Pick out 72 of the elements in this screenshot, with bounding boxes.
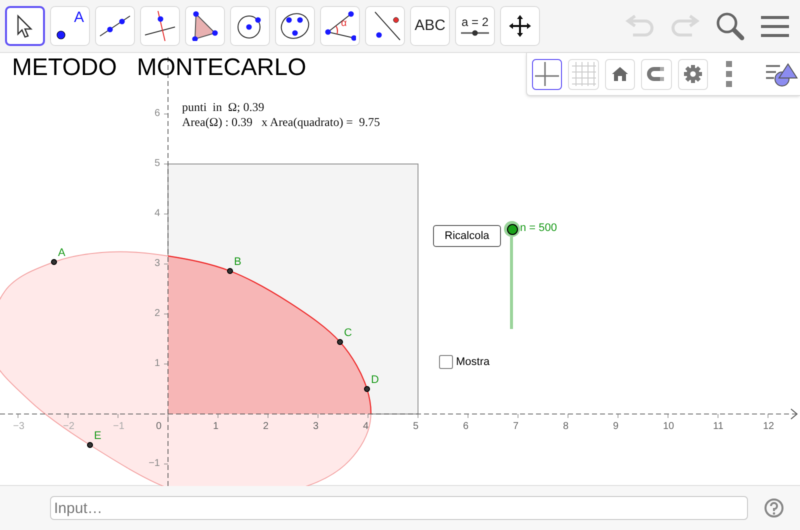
style-bar-button[interactable] bbox=[532, 58, 562, 90]
undo-icon bbox=[625, 14, 655, 38]
point-label: D bbox=[371, 375, 379, 386]
axis-tick-label: 7 bbox=[513, 422, 519, 432]
axis-tick-label: 0 bbox=[156, 422, 162, 432]
menu-icon bbox=[761, 14, 789, 38]
tool-button[interactable]: ABC bbox=[410, 6, 450, 46]
home-icon bbox=[611, 66, 630, 82]
axis-tick-label: 5 bbox=[153, 159, 160, 169]
checkbox[interactable] bbox=[439, 355, 453, 370]
axis-tick-label: 2 bbox=[153, 309, 160, 319]
settings-icon bbox=[682, 64, 703, 84]
axis-tick-label: 1 bbox=[153, 359, 160, 369]
axis-tick-label: 4 bbox=[153, 209, 160, 219]
perpendicular-lines-icon bbox=[144, 10, 176, 42]
angle-icon bbox=[324, 10, 356, 42]
point-marker bbox=[87, 442, 93, 448]
help-icon[interactable] bbox=[764, 498, 784, 518]
tool-button[interactable]: A bbox=[50, 6, 90, 46]
point-label: B bbox=[234, 257, 242, 268]
axes-icon bbox=[535, 62, 560, 86]
point-label: C bbox=[344, 328, 352, 339]
redo-icon bbox=[670, 14, 700, 38]
tool-button[interactable]: a = 2 bbox=[455, 6, 495, 46]
ellipse-icon bbox=[279, 11, 311, 41]
info-text: punti in Ω; 0.39 bbox=[182, 101, 266, 113]
axis-tick-label: 5 bbox=[413, 422, 419, 432]
tool-label: α bbox=[341, 19, 347, 29]
triangle-icon bbox=[192, 11, 218, 41]
move-arrows-icon bbox=[508, 14, 532, 38]
axis-tick-label: −1 bbox=[113, 422, 124, 432]
tool-label: a = 2 bbox=[461, 16, 489, 28]
axis-tick-label: 9 bbox=[613, 422, 619, 432]
line-icon bbox=[99, 15, 131, 37]
point-marker bbox=[227, 268, 233, 274]
info-text: Area(Ω) : 0.39 x Area(quadrato) = 9.75 bbox=[182, 116, 380, 128]
slider-icon bbox=[461, 30, 489, 36]
axis-tick-label: 4 bbox=[363, 422, 369, 432]
axis-tick-label: 12 bbox=[763, 422, 774, 432]
axis-tick-label: −2 bbox=[63, 422, 74, 432]
tool-button[interactable] bbox=[5, 6, 45, 46]
page-title: METODO MONTECARLO bbox=[12, 56, 306, 80]
axis-tick-label: 3 bbox=[153, 259, 160, 269]
tool-button[interactable]: α bbox=[320, 6, 360, 46]
axis-tick-label: 10 bbox=[663, 422, 674, 432]
input-field[interactable]: Input… bbox=[50, 496, 748, 520]
search-icon bbox=[715, 11, 745, 41]
slider-thumb[interactable] bbox=[504, 221, 520, 237]
grid-icon bbox=[572, 62, 596, 86]
axis-tick-label: 1 bbox=[213, 422, 219, 432]
point-label: E bbox=[94, 431, 102, 442]
point-icon bbox=[56, 30, 66, 40]
more-icon bbox=[726, 61, 732, 87]
checkbox-label: Mostra bbox=[456, 355, 490, 370]
axis-tick-label: 3 bbox=[313, 422, 319, 432]
axis-tick-label: 11 bbox=[713, 422, 724, 432]
point-marker bbox=[364, 386, 370, 392]
point-marker bbox=[51, 259, 57, 265]
tool-label: A bbox=[74, 10, 84, 25]
cursor-icon bbox=[16, 14, 34, 38]
axis-tick-label: 6 bbox=[153, 109, 160, 119]
axis-tick-label: 2 bbox=[263, 422, 269, 432]
tool-label: ABC bbox=[414, 16, 446, 36]
axis-tick-label: −1 bbox=[148, 459, 160, 469]
recalculate-button[interactable]: Ricalcola bbox=[433, 225, 501, 247]
slider-label: n = 500 bbox=[520, 223, 558, 234]
point-label: A bbox=[58, 248, 66, 259]
graphics-style-icon bbox=[766, 61, 798, 87]
point-marker bbox=[337, 339, 343, 345]
axis-tick-label: −3 bbox=[13, 422, 24, 432]
axis-tick-label: 6 bbox=[463, 422, 469, 432]
axis-tick-label: 8 bbox=[563, 422, 569, 432]
